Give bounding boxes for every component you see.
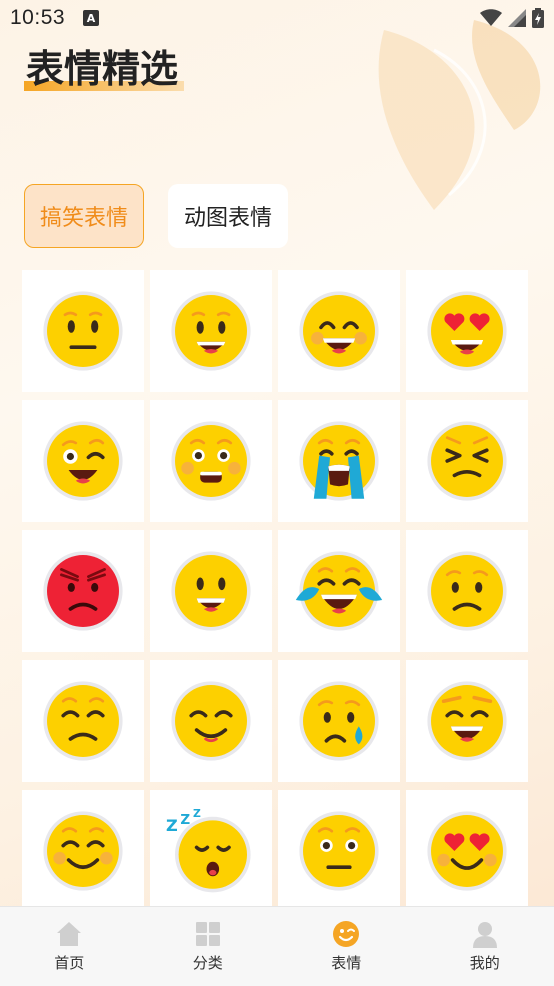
happy-face-icon [171, 291, 251, 371]
tab-bar: 搞笑表情 动图表情 [24, 184, 288, 248]
emoji-cell-grinning[interactable] [278, 270, 400, 392]
sleeping-face-icon: Z Z Z [166, 807, 251, 893]
nav-emoji-label: 表情 [331, 954, 362, 972]
nav-profile[interactable]: 我的 [435, 920, 535, 973]
content-smile-face-icon [171, 681, 251, 761]
svg-text:Z: Z [180, 812, 190, 828]
emoji-cell-surprised[interactable] [150, 400, 272, 522]
expressionless-face-icon [299, 811, 379, 891]
emoji-cell-squinting[interactable] [406, 400, 528, 522]
background-leaf-decoration [378, 20, 541, 210]
status-time: 10:53 [10, 6, 66, 29]
person-icon [472, 922, 497, 948]
nav-category-label: 分类 [192, 954, 223, 972]
emoji-cell-expressionless[interactable] [278, 790, 400, 906]
emoji-cell-heart-eyes-smile[interactable] [406, 790, 528, 906]
emoji-cell-blushing[interactable] [22, 790, 144, 906]
svg-text:Z: Z [166, 816, 178, 835]
surprised-blush-face-icon [171, 421, 251, 501]
emoji-cell-content-smile[interactable] [150, 660, 272, 782]
emoji-cell-sad-tear[interactable] [278, 660, 400, 782]
emoji-cell-worried[interactable] [406, 530, 528, 652]
heart-eyes-face-icon [427, 291, 507, 371]
emoji-cell-sad-closed[interactable] [22, 660, 144, 782]
blushing-smile-face-icon [43, 811, 123, 891]
tab-funny-emojis[interactable]: 搞笑表情 [24, 184, 144, 248]
emoji-cell-happy[interactable] [150, 270, 272, 392]
worried-face-icon [427, 551, 507, 631]
grinning-smile-face-icon [299, 291, 379, 371]
emoji-cell-angry[interactable] [22, 530, 144, 652]
nav-home[interactable]: 首页 [19, 920, 119, 973]
sad-tear-face-icon [299, 681, 379, 761]
grid-icon [195, 922, 220, 946]
heart-eyes-smile-face-icon [427, 811, 507, 891]
page-title: 表情精选 [26, 47, 179, 91]
status-bar: 10:53 A [0, 0, 554, 36]
svg-text:Z: Z [193, 807, 201, 820]
angry-red-face-icon [43, 551, 123, 631]
nav-profile-label: 我的 [469, 954, 500, 972]
nav-emoji[interactable]: 表情 [296, 920, 396, 973]
tab-animated-emojis[interactable]: 动图表情 [168, 184, 288, 248]
emoji-cell-sleeping[interactable]: Z Z Z [150, 790, 272, 906]
winking-face-icon [43, 421, 123, 501]
emoji-cell-winking[interactable] [22, 400, 144, 522]
battery-charging-icon [532, 8, 544, 28]
neutral-face-icon [43, 291, 123, 371]
sad-closed-eyes-face-icon [43, 681, 123, 761]
signal-icon [508, 9, 526, 27]
bottom-nav: 首页 分类 表情 我的 [0, 906, 554, 986]
emoji-cell-crying[interactable] [278, 400, 400, 522]
notification-icon: A [83, 10, 100, 26]
nav-home-label: 首页 [54, 954, 85, 972]
emoji-cell-tears-of-joy[interactable] [278, 530, 400, 652]
nav-category[interactable]: 分类 [158, 920, 258, 973]
emoji-cell-beaming[interactable] [406, 660, 528, 782]
smiling-open-mouth-face-icon [171, 551, 251, 631]
emoji-icon [333, 921, 360, 947]
crying-loudly-face-icon [299, 421, 379, 501]
tears-of-joy-face-icon [295, 551, 383, 631]
emoji-grid: Z Z Z [22, 270, 532, 906]
squinting-frustrated-face-icon [427, 421, 507, 501]
emoji-cell-heart-eyes[interactable] [406, 270, 528, 392]
page-title-wrap: 表情精选 [24, 38, 184, 93]
emoji-cell-neutral[interactable] [22, 270, 144, 392]
emoji-cell-smiling-open[interactable] [150, 530, 272, 652]
beaming-face-icon [427, 681, 507, 761]
wifi-icon [480, 9, 502, 26]
home-icon [57, 922, 82, 946]
